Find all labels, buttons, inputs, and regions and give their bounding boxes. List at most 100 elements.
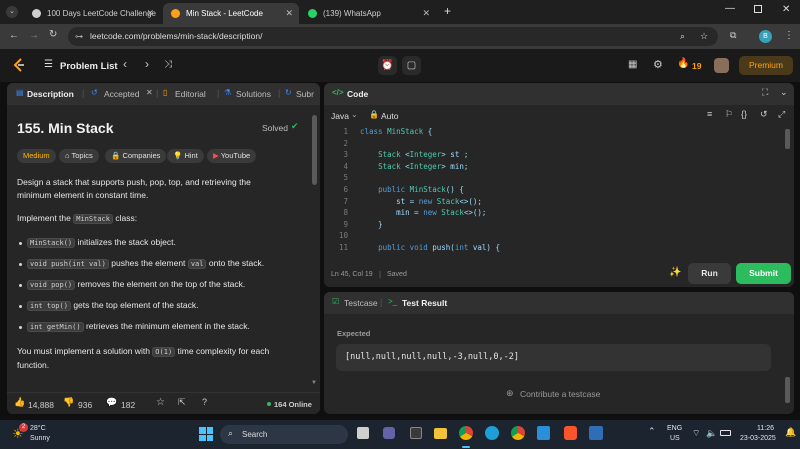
code-line[interactable]: 8 min = new Stack<>(); <box>324 208 764 219</box>
topics-chip[interactable]: ⌂ Topics <box>59 149 99 163</box>
language-select[interactable]: Java <box>331 111 349 121</box>
code-line[interactable]: 7 st = new Stack<>(); <box>324 197 764 208</box>
brave-icon[interactable] <box>564 426 577 440</box>
chrome-active-icon[interactable] <box>459 426 473 440</box>
companies-chip[interactable]: 🔒 Companies <box>105 149 167 163</box>
youtube-chip[interactable]: ▶ YouTube <box>207 149 257 163</box>
zoom-icon[interactable]: ⌕ <box>680 27 685 46</box>
contribute-testcase-link[interactable]: Contribute a testcase <box>520 389 600 399</box>
reset-icon[interactable]: ↺ <box>760 109 768 120</box>
new-tab-plus-icon[interactable]: + <box>444 4 451 18</box>
braces-icon[interactable]: {} <box>741 109 747 119</box>
clock-date[interactable]: 23-03-2025 <box>740 435 776 442</box>
leetcode-logo-icon[interactable] <box>13 58 25 72</box>
edge-icon[interactable] <box>485 426 499 440</box>
thumbs-down-icon[interactable]: 👎 <box>63 397 74 408</box>
hint-chip[interactable]: 💡 Hint <box>167 149 204 163</box>
code-line[interactable]: 10 <box>324 231 764 242</box>
close-icon[interactable]: ✕ <box>285 8 293 19</box>
tray-chevron-icon[interactable]: ⌃ <box>648 426 656 437</box>
teams-icon[interactable] <box>383 427 395 439</box>
tab-test-result[interactable]: Test Result <box>402 298 447 308</box>
menu-kebab-icon[interactable]: ⋮ <box>784 30 794 41</box>
bookmark-star-icon[interactable]: ☆ <box>700 27 708 46</box>
fullscreen-icon[interactable]: ⛶ <box>762 87 768 98</box>
notifications-bell-icon[interactable]: 🔔 <box>785 427 796 438</box>
file-explorer-icon[interactable] <box>434 428 447 439</box>
volume-icon[interactable]: 🔈 <box>706 428 717 439</box>
description-scrollbar[interactable] <box>312 115 317 185</box>
auto-mode[interactable]: Auto <box>381 111 399 121</box>
input-region[interactable]: US <box>670 435 680 442</box>
tab-testcase[interactable]: Testcase <box>344 298 378 308</box>
settings-gear-icon[interactable]: ⚙ <box>653 58 663 71</box>
forward-arrow-icon[interactable]: → <box>29 30 39 41</box>
expand-icon[interactable]: ⤢ <box>778 109 785 120</box>
thumbs-up-icon[interactable]: 👍 <box>14 397 25 408</box>
window-close-icon[interactable]: ✕ <box>782 4 790 15</box>
code-line[interactable]: 1 class MinStack { <box>324 127 764 138</box>
contribute-plus-icon[interactable]: ⊕ <box>506 388 514 399</box>
code-line[interactable]: 4 Stack <Integer> min; <box>324 162 764 173</box>
notes-button[interactable]: ▢ <box>402 56 421 75</box>
url-field[interactable]: ⊶ leetcode.com/problems/min-stack/descri… <box>68 27 718 46</box>
minimize-icon[interactable]: — <box>725 3 735 14</box>
code-line[interactable]: 5 <box>324 173 764 184</box>
chevron-down-icon[interactable]: ⌄ <box>351 110 358 119</box>
bookmark-icon[interactable]: ⚐ <box>725 109 733 120</box>
editor-scrollbar[interactable] <box>785 129 790 149</box>
share-icon[interactable]: ⇱ <box>178 397 186 408</box>
scroll-down-arrow-icon[interactable]: ▼ <box>311 380 317 386</box>
problem-list-icon[interactable]: ☰ <box>44 59 53 70</box>
taskbar-search-box[interactable]: ⌕ Search <box>220 425 348 444</box>
media-icon[interactable] <box>410 427 422 439</box>
user-avatar[interactable] <box>714 58 729 73</box>
streak-flame-icon[interactable]: 🔥 <box>677 58 689 69</box>
tab-accepted[interactable]: Accepted <box>104 89 139 99</box>
code-line[interactable]: 9 } <box>324 220 764 231</box>
code-line[interactable]: 3 Stack <Integer> st ; <box>324 150 764 161</box>
shuffle-icon[interactable]: ⤨ <box>164 59 172 70</box>
result-scrollbar[interactable] <box>785 377 790 403</box>
code-line[interactable]: 11 public void push(int val) { <box>324 243 764 254</box>
site-info-icon[interactable]: ⊶ <box>75 27 83 46</box>
close-icon[interactable]: ✕ <box>146 88 153 97</box>
problem-list-link[interactable]: Problem List <box>60 61 118 72</box>
restore-icon[interactable] <box>754 5 762 13</box>
close-icon[interactable]: ✕ <box>422 8 430 19</box>
layout-grid-icon[interactable]: ▦ <box>628 59 637 70</box>
reload-icon[interactable]: ↻ <box>49 29 57 40</box>
comment-icon[interactable]: 💬 <box>106 397 117 408</box>
wifi-icon[interactable]: ⌔ <box>692 428 700 439</box>
star-icon[interactable]: ☆ <box>156 397 165 408</box>
back-arrow-icon[interactable]: ← <box>9 30 19 41</box>
tab-solutions[interactable]: Solutions <box>236 89 271 99</box>
chrome-icon[interactable] <box>511 426 525 440</box>
timer-button[interactable]: ⏰ <box>378 56 397 75</box>
code-line[interactable]: 6 public MinStack() { <box>324 185 764 196</box>
input-language[interactable]: ENG <box>667 425 682 432</box>
tab-search-icon[interactable]: ⌄ <box>6 6 18 18</box>
profile-avatar[interactable]: B <box>759 30 772 43</box>
premium-button[interactable]: Premium <box>739 56 793 75</box>
windows-start-icon[interactable] <box>199 427 213 441</box>
battery-icon[interactable] <box>720 430 731 436</box>
next-problem-icon[interactable]: › <box>145 57 149 71</box>
help-icon[interactable]: ? <box>202 397 207 407</box>
task-view-icon[interactable] <box>357 427 369 439</box>
snipping-tool-icon[interactable] <box>589 426 603 440</box>
prev-problem-icon[interactable]: ‹ <box>123 57 127 71</box>
clock-time[interactable]: 11:26 <box>757 425 774 432</box>
code-editor[interactable]: 1 class MinStack {2 3 Stack <Integer> st ;… <box>324 127 784 257</box>
code-line[interactable]: 2 <box>324 139 764 150</box>
vscode-icon[interactable] <box>537 426 550 440</box>
run-button[interactable]: Run <box>688 263 731 284</box>
browser-tab-3[interactable]: (139) WhatsApp ✕ <box>300 3 436 24</box>
submit-button[interactable]: Submit <box>736 263 791 284</box>
collapse-icon[interactable]: ⌄ <box>780 87 788 98</box>
tab-editorial[interactable]: Editorial <box>175 89 206 99</box>
tab-submissions[interactable]: Subr <box>296 89 314 99</box>
browser-tab-1[interactable]: 100 Days LeetCode Challenge ✕ <box>24 3 160 24</box>
tab-description[interactable]: Description <box>27 89 74 99</box>
close-icon[interactable]: ✕ <box>146 8 154 19</box>
